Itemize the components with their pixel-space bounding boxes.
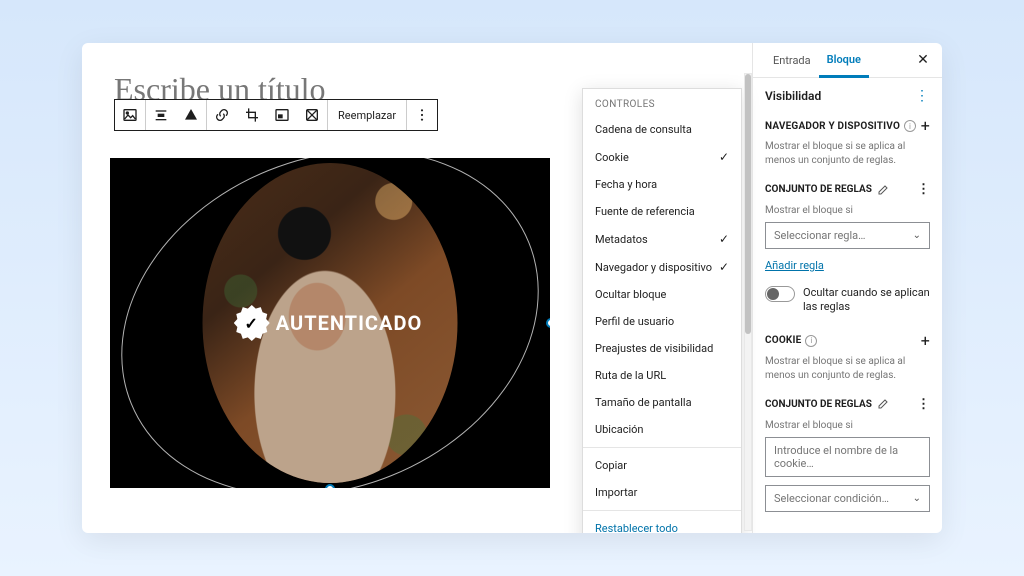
add-cookie-rule-icon[interactable]: +: [921, 333, 930, 349]
control-item-referral[interactable]: Fuente de referencia: [583, 198, 741, 225]
control-item-screen-size[interactable]: Tamaño de pantalla: [583, 389, 741, 416]
tab-block[interactable]: Bloque: [819, 43, 869, 78]
edit-icon[interactable]: [877, 184, 889, 196]
chevron-down-icon: ⌄: [913, 230, 921, 241]
scrollbar-thumb[interactable]: [745, 74, 751, 334]
cookie-condition-select[interactable]: Seleccionar condición… ⌄: [765, 485, 930, 512]
cookie-ruleset-options-icon[interactable]: ⋮: [917, 397, 930, 412]
info-icon[interactable]: i: [904, 120, 916, 132]
rule-select[interactable]: Seleccionar regla… ⌄: [765, 222, 930, 249]
replace-button[interactable]: Reemplazar: [328, 100, 406, 130]
ruleset-options-icon[interactable]: ⋮: [917, 182, 930, 197]
control-item-date-time[interactable]: Fecha y hora: [583, 171, 741, 198]
resize-handle-bottom[interactable]: [325, 484, 335, 488]
cookie-hint: Mostrar el bloque si se aplica al menos …: [765, 355, 930, 383]
check-icon: ✓: [719, 150, 729, 164]
section-browser-title: NAVEGADOR Y DISPOSITIVO: [765, 121, 900, 132]
hide-when-rules-toggle[interactable]: [765, 286, 795, 302]
controls-header: CONTROLES: [583, 89, 741, 116]
align-icon[interactable]: [146, 100, 176, 130]
link-icon[interactable]: [207, 100, 237, 130]
info-icon[interactable]: i: [805, 335, 817, 347]
cookie-show-if-label: Mostrar el bloque si: [765, 420, 930, 431]
control-item-query-string[interactable]: Cadena de consulta: [583, 116, 741, 143]
editor-canvas: Escribe un título Reemplazar: [82, 43, 752, 533]
control-item-metadata[interactable]: Metadatos✓: [583, 225, 741, 253]
sidebar-tabs: Entrada Bloque ✕: [753, 43, 942, 78]
app-window: Escribe un título Reemplazar: [82, 43, 942, 533]
image-block[interactable]: ✓ AUTENTICADO: [110, 158, 550, 488]
verified-seal-icon: ✓: [238, 309, 266, 337]
more-options-icon[interactable]: [407, 100, 437, 130]
control-reset-all[interactable]: Restablecer todo: [583, 515, 741, 533]
control-copy[interactable]: Copiar: [583, 452, 741, 479]
check-icon: ✓: [719, 232, 729, 246]
visibility-options-icon[interactable]: ⋮: [914, 88, 930, 104]
controls-dropdown: CONTROLES Cadena de consulta Cookie✓ Fec…: [582, 88, 742, 533]
visibility-title: Visibilidad: [765, 89, 821, 103]
image-overlay-badge: ✓ AUTENTICADO: [238, 309, 422, 337]
chevron-down-icon: ⌄: [913, 493, 921, 504]
control-item-visibility-presets[interactable]: Preajustes de visibilidad: [583, 335, 741, 362]
block-toolbar: Reemplazar: [114, 99, 438, 131]
control-item-browser-device[interactable]: Navegador y dispositivo✓: [583, 253, 741, 281]
control-item-hide-block[interactable]: Ocultar bloque: [583, 281, 741, 308]
cookie-rules-title: CONJUNTO DE REGLAS: [765, 399, 872, 410]
hide-toggle-label: Ocultar cuando se aplican las reglas: [803, 286, 930, 315]
tab-post[interactable]: Entrada: [765, 44, 819, 76]
add-rule-link[interactable]: Añadir regla: [765, 259, 824, 272]
sidebar-scrollbar[interactable]: [744, 73, 752, 531]
control-item-cookie[interactable]: Cookie✓: [583, 143, 741, 171]
control-import[interactable]: Importar: [583, 479, 741, 506]
rules-set-title: CONJUNTO DE REGLAS: [765, 184, 872, 195]
overlay-icon[interactable]: [267, 100, 297, 130]
section-cookie-title: COOKIE: [765, 335, 801, 346]
browser-hint: Mostrar el bloque si se aplica al menos …: [765, 140, 930, 168]
duotone-icon[interactable]: [297, 100, 327, 130]
add-browser-rule-icon[interactable]: +: [921, 118, 930, 134]
visibility-panel: Visibilidad ⋮ NAVEGADOR Y DISPOSITIVO i …: [753, 78, 942, 526]
settings-sidebar: Entrada Bloque ✕ Visibilidad ⋮ NAVEGADOR…: [752, 43, 942, 533]
image-block-icon[interactable]: [115, 100, 145, 130]
image-overlay-text: AUTENTICADO: [276, 311, 422, 335]
crop-icon[interactable]: [237, 100, 267, 130]
cookie-name-input[interactable]: Introduce el nombre de la cookie…: [765, 437, 930, 477]
check-icon: ✓: [719, 260, 729, 274]
control-item-url-path[interactable]: Ruta de la URL: [583, 362, 741, 389]
edit-icon[interactable]: [877, 398, 889, 410]
show-if-label: Mostrar el bloque si: [765, 205, 930, 216]
caption-icon[interactable]: [176, 100, 206, 130]
resize-handle-right[interactable]: [546, 318, 550, 328]
control-item-user-profile[interactable]: Perfil de usuario: [583, 308, 741, 335]
close-sidebar-icon[interactable]: ✕: [914, 51, 932, 69]
control-item-location[interactable]: Ubicación: [583, 416, 741, 443]
